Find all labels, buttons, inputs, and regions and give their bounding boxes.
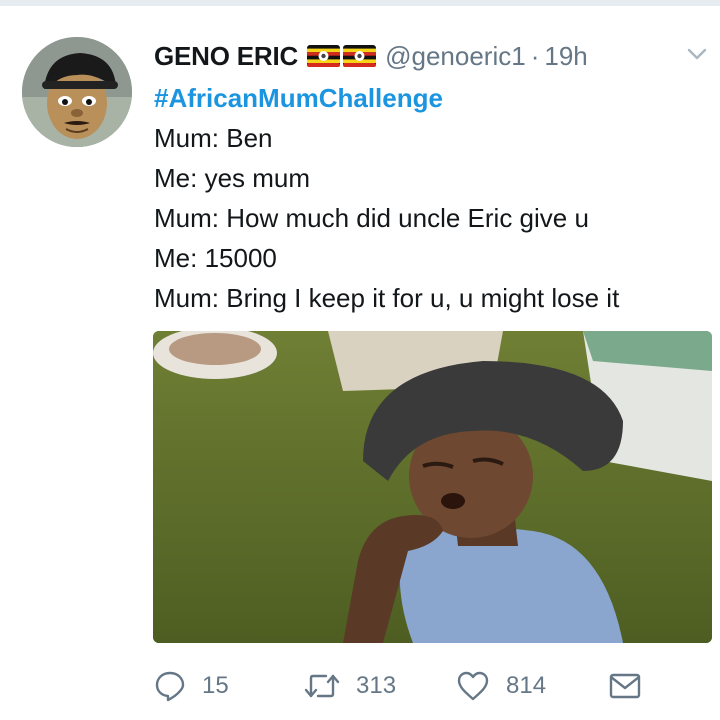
reply-icon — [155, 671, 185, 702]
reply-button[interactable]: 15 — [154, 666, 229, 706]
tweet-line: Me: 15000 — [154, 243, 277, 273]
envelope-icon — [609, 673, 641, 699]
tweet-line: Mum: How much did uncle Eric give u — [154, 203, 589, 233]
top-divider — [0, 0, 720, 6]
tweet-header: GENO ERIC @genoeric1 · 19h — [154, 38, 588, 74]
tweet-line: Mum: Bring I keep it for u, u might lose… — [154, 283, 620, 313]
retweet-count: 313 — [356, 672, 397, 699]
retweet-icon — [304, 674, 340, 698]
chevron-down-icon[interactable] — [686, 46, 708, 62]
uganda-flag-icon — [343, 45, 377, 67]
like-count: 814 — [506, 672, 547, 699]
retweet-button[interactable]: 313 — [304, 666, 396, 706]
timestamp[interactable]: 19h — [544, 41, 587, 72]
avatar-cartoon-icon — [22, 37, 132, 147]
uganda-flag-icon — [307, 45, 341, 67]
like-button[interactable]: 814 — [456, 666, 546, 706]
hashtag-link[interactable]: #AfricanMumChallenge — [154, 78, 714, 118]
photo-woman-with-head-wrap — [153, 331, 712, 643]
tweet-line: Mum: Ben — [154, 123, 273, 153]
reply-count: 15 — [202, 672, 229, 699]
tweet-text: #AfricanMumChallenge Mum: Ben Me: yes mu… — [154, 78, 714, 318]
heart-icon — [457, 671, 489, 701]
author-handle[interactable]: @genoeric1 — [385, 41, 526, 72]
author-flags — [307, 45, 377, 67]
tweet-line: Me: yes mum — [154, 163, 311, 193]
separator-dot: · — [530, 40, 540, 71]
direct-message-button[interactable] — [608, 666, 642, 706]
tweet-actions: 15 313 814 — [154, 666, 654, 706]
avatar[interactable] — [22, 37, 132, 147]
tweet-photo[interactable] — [153, 331, 712, 643]
author-name[interactable]: GENO ERIC — [154, 41, 298, 72]
